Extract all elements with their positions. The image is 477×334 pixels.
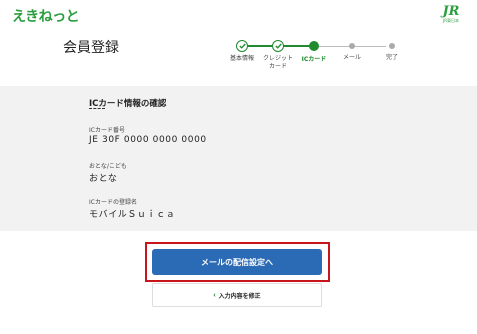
edit-input-button[interactable]: ‹ 入力内容を修正 [152, 283, 322, 307]
edit-input-label: 入力内容を修正 [218, 293, 261, 300]
step-label: クレジット カード [262, 55, 293, 70]
step-basic-info: 基本情報 [222, 39, 262, 63]
step-credit-card: クレジット カード [258, 39, 298, 71]
pending-step-dot [349, 43, 355, 49]
ic-card-number-label: ICカード番号 [89, 127, 125, 134]
check-icon [236, 40, 248, 52]
passenger-type-label: おとな/こども [89, 163, 127, 170]
jr-east-logo[interactable]: JR JR東日本 [439, 5, 463, 25]
eki-net-logo[interactable]: えきねっと [12, 6, 80, 26]
email-settings-button[interactable]: メールの配信設定へ [152, 249, 322, 275]
step-label: ICカード [301, 56, 327, 63]
header: えきねっと JR JR東日本 [0, 0, 477, 30]
section-title-underline [89, 108, 105, 110]
page-title: 会員登録 [63, 40, 119, 56]
passenger-type-value: おとな [89, 174, 118, 184]
step-label: 完了 [385, 54, 398, 61]
ic-card-name-value: モバイルＳｕｉｃａ [89, 210, 176, 220]
step-label: 基本情報 [229, 55, 254, 62]
check-icon [272, 40, 284, 52]
step-complete: 完了 [372, 39, 412, 62]
pending-step-dot [389, 43, 395, 49]
ic-card-name-label: ICカードの登録名 [89, 199, 137, 206]
progress-stepper: 基本情報 クレジット カード ICカード メール 完了 [222, 39, 406, 79]
jr-logo-subtext: JR東日本 [443, 18, 459, 23]
chevron-left-icon: ‹ [213, 291, 216, 299]
step-ic-card: ICカード [294, 39, 334, 64]
step-label: メール [342, 54, 361, 61]
current-step-dot [309, 41, 319, 51]
step-email: メール [332, 39, 372, 62]
ic-card-number-value: JE 30F 0000 0000 0000 [89, 135, 207, 145]
jr-logo-mark: JR [442, 4, 460, 19]
ic-card-info-panel [0, 86, 477, 231]
